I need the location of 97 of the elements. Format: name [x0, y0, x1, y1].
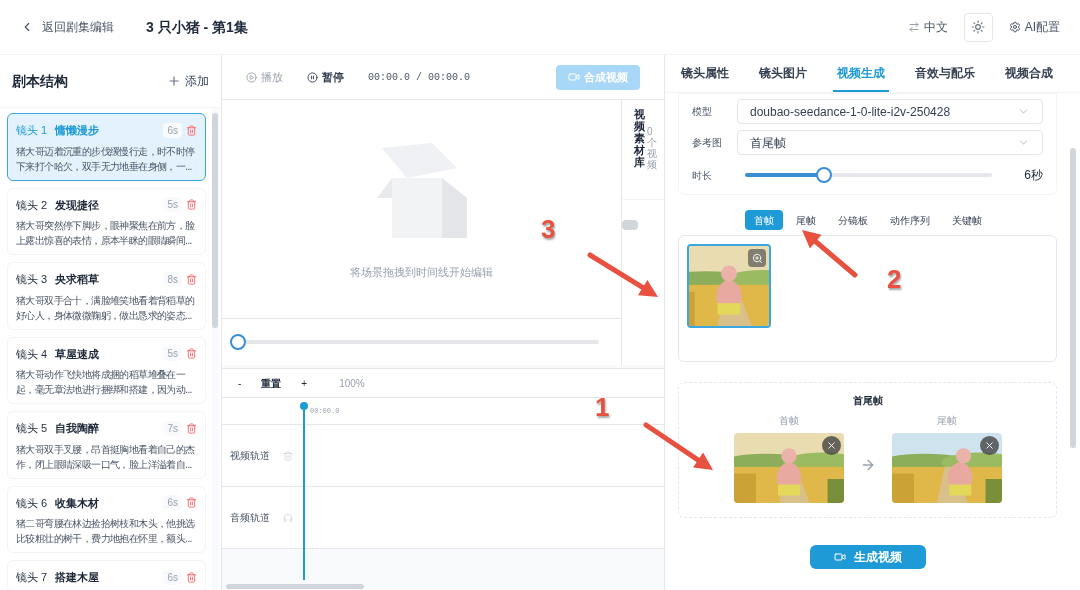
library-scrollbar[interactable] [622, 220, 638, 230]
shot-title: 镜头 5 自我陶醉 [16, 421, 100, 436]
zoom-in-button[interactable] [748, 249, 766, 267]
annotation-arrow [643, 422, 713, 470]
sun-icon [971, 20, 986, 34]
panel-tab[interactable]: 镜头图片 [755, 64, 811, 92]
horizontal-scrollbar[interactable] [226, 584, 364, 589]
shot-description: 猪大哥双手合十，满脸堆笑地看着背稻草的好心人，身体微微鞠躬，做出恳求的姿态... [16, 293, 196, 323]
delete-icon[interactable] [186, 348, 197, 360]
frame-tab[interactable]: 动作序列 [880, 210, 939, 230]
shot-description: 猪大哥动作飞快地将成捆的稻草堆叠在一起，毫无章法地进行捆绑和搭建，因为动... [16, 368, 193, 397]
frame-label: 首帧 [778, 414, 799, 428]
scrollbar-thumb[interactable] [1070, 148, 1076, 448]
theme-button[interactable] [963, 12, 993, 42]
step-number: 3 [541, 213, 556, 246]
add-button[interactable]: 添加 [167, 72, 209, 90]
delete-icon[interactable] [186, 497, 197, 509]
plus-icon [167, 74, 181, 88]
track-label: 视频轨道 [230, 448, 271, 463]
shot-description: 猪二哥弯腰在林边捡拾树枝和木头，他挑选比较粗壮的树干，费力地抱在怀里，额头... [16, 517, 196, 546]
zoom-out-button[interactable]: - [238, 375, 242, 391]
delete-icon[interactable] [186, 273, 197, 285]
reference-select[interactable]: 首尾帧 [737, 130, 1043, 155]
shot-title: 镜头 4 草屋速成 [16, 346, 100, 362]
reset-button[interactable]: 重置 [261, 375, 282, 391]
slider-thumb[interactable] [816, 167, 833, 183]
zoom-in-icon [751, 252, 763, 264]
headphones-icon[interactable] [283, 512, 293, 523]
delete-icon[interactable] [186, 199, 197, 211]
annotation-arrow [802, 230, 858, 278]
duration-badge: 8s [163, 271, 182, 287]
duration-badge: 6s [163, 122, 182, 138]
field-label: 模型 [692, 105, 713, 119]
step-number: 2 [887, 263, 902, 296]
track-label: 音频轨道 [230, 510, 271, 525]
shot-description: 猪大哥突然停下脚步，眼神聚焦在前方，脸上露出惊喜的表情，原本半眯的眼睛瞬间... [16, 219, 196, 248]
back-link[interactable]: 返回剧集编辑 [20, 18, 114, 36]
duration-value: 6秒 [1024, 167, 1043, 184]
shot-card[interactable]: 镜头 4 草屋速成 5s 猪大哥动作飞快地将成捆的稻草堆叠在一起，毫无章法地进行捆绑和搭建，因为动... [7, 336, 206, 404]
shot-title: 镜头 1 慵懒漫步 [16, 123, 100, 138]
shot-card[interactable]: 镜头 3 央求稻草 8s 猪大哥双手合十，满脸堆笑地看着背稻草的好心人，身体微微鞠躬，做出恳求的姿态... [7, 262, 206, 330]
empty-hint: 将场景拖拽到时间线开始编辑 [350, 264, 493, 280]
panel-tab[interactable]: 音效与配乐 [911, 64, 979, 92]
zoom-in-button[interactable]: + [301, 375, 308, 391]
scrollbar-thumb[interactable] [212, 113, 218, 328]
language-button[interactable]: 中文 [907, 18, 948, 36]
duration-badge: 5s [163, 197, 182, 213]
duration-badge: 6s [163, 495, 182, 511]
shot-card[interactable]: 镜头 1 慵懒漫步 6s 猪大哥迈着沉重的步伐缓慢行走，时不时停下来打个哈欠，双手无力地垂在身侧，一... [7, 113, 206, 181]
settings-icon [1008, 21, 1021, 33]
shot-title: 镜头 3 央求稻草 [16, 272, 100, 287]
playhead[interactable] [301, 402, 307, 580]
time-display: 00:00.0 / 00:00.0 [368, 70, 471, 85]
delete-icon[interactable] [186, 124, 197, 136]
frame-tab[interactable]: 关键帧 [942, 210, 991, 230]
panel-tab[interactable]: 镜头属性 [677, 64, 733, 92]
frame-label: 尾帧 [936, 414, 957, 428]
shot-title: 镜头 2 发现捷径 [16, 197, 100, 213]
library-title: 视频素材库 [634, 108, 645, 171]
ai-config-button[interactable]: AI配置 [1008, 18, 1060, 36]
zoom-level: 100% [339, 376, 365, 391]
panel-tab[interactable]: 视频合成 [1001, 64, 1057, 92]
play-icon [246, 71, 257, 83]
close-icon [983, 440, 995, 451]
shot-title: 镜头 7 搭建木屋 [16, 570, 100, 585]
shot-card[interactable]: 镜头 2 发现捷径 5s 猪大哥突然停下脚步，眼神聚焦在前方，脸上露出惊喜的表情，原本半眯的眼睛瞬间... [7, 187, 206, 255]
video-icon [833, 551, 846, 563]
close-icon [825, 440, 837, 451]
step-number: 1 [595, 391, 610, 424]
shot-card[interactable]: 镜头 6 收集木材 6s 猪二哥弯腰在林边捡拾树枝和木头，他挑选比较粗壮的树干，费力地抱在怀里，额头... [7, 485, 206, 553]
frame-tab[interactable]: 分镜板 [828, 210, 877, 230]
sidebar-title: 剧本结构 [12, 71, 68, 91]
duration-badge: 6s [163, 569, 182, 585]
video-icon [568, 71, 580, 83]
pair-title: 首尾帧 [852, 394, 883, 408]
delete-icon[interactable] [283, 450, 293, 461]
duration-badge: 7s [163, 420, 182, 436]
shot-title: 镜头 6 收集木材 [16, 495, 100, 511]
field-label: 时长 [692, 168, 713, 183]
duration-badge: 5s [163, 346, 182, 362]
model-select[interactable]: doubao-seedance-1-0-lite-i2v-250428 [737, 99, 1043, 124]
shot-card[interactable]: 镜头 5 自我陶醉 7s 猪大哥双手叉腰，昂首挺胸地看着自己的杰作，闭上眼睛深吸一口气，脸上洋溢着自... [7, 411, 206, 479]
pause-button[interactable]: 暂停 [307, 68, 344, 86]
shot-description: 猪大哥双手叉腰，昂首挺胸地看着自己的杰作，闭上眼睛深吸一口气，脸上洋溢着自... [16, 442, 196, 472]
frame-tab[interactable]: 尾帧 [786, 210, 825, 230]
field-label: 参考图 [692, 136, 723, 150]
shot-description: 猪大哥迈着沉重的步伐缓慢行走，时不时停下来打个哈欠，双手无力地垂在身侧，一... [16, 144, 196, 174]
progress-thumb[interactable] [230, 334, 246, 350]
delete-icon[interactable] [186, 571, 197, 583]
annotation-arrow [587, 252, 658, 297]
progress-slider[interactable] [230, 334, 599, 350]
library-count: 0个视频 [647, 126, 657, 172]
page-title: 3 只小猪 - 第1集 [146, 17, 248, 37]
shot-card[interactable]: 镜头 7 搭建木屋 6s [7, 560, 206, 590]
swap-icon [907, 21, 920, 33]
delete-icon[interactable] [186, 422, 197, 434]
pause-icon [307, 71, 318, 83]
